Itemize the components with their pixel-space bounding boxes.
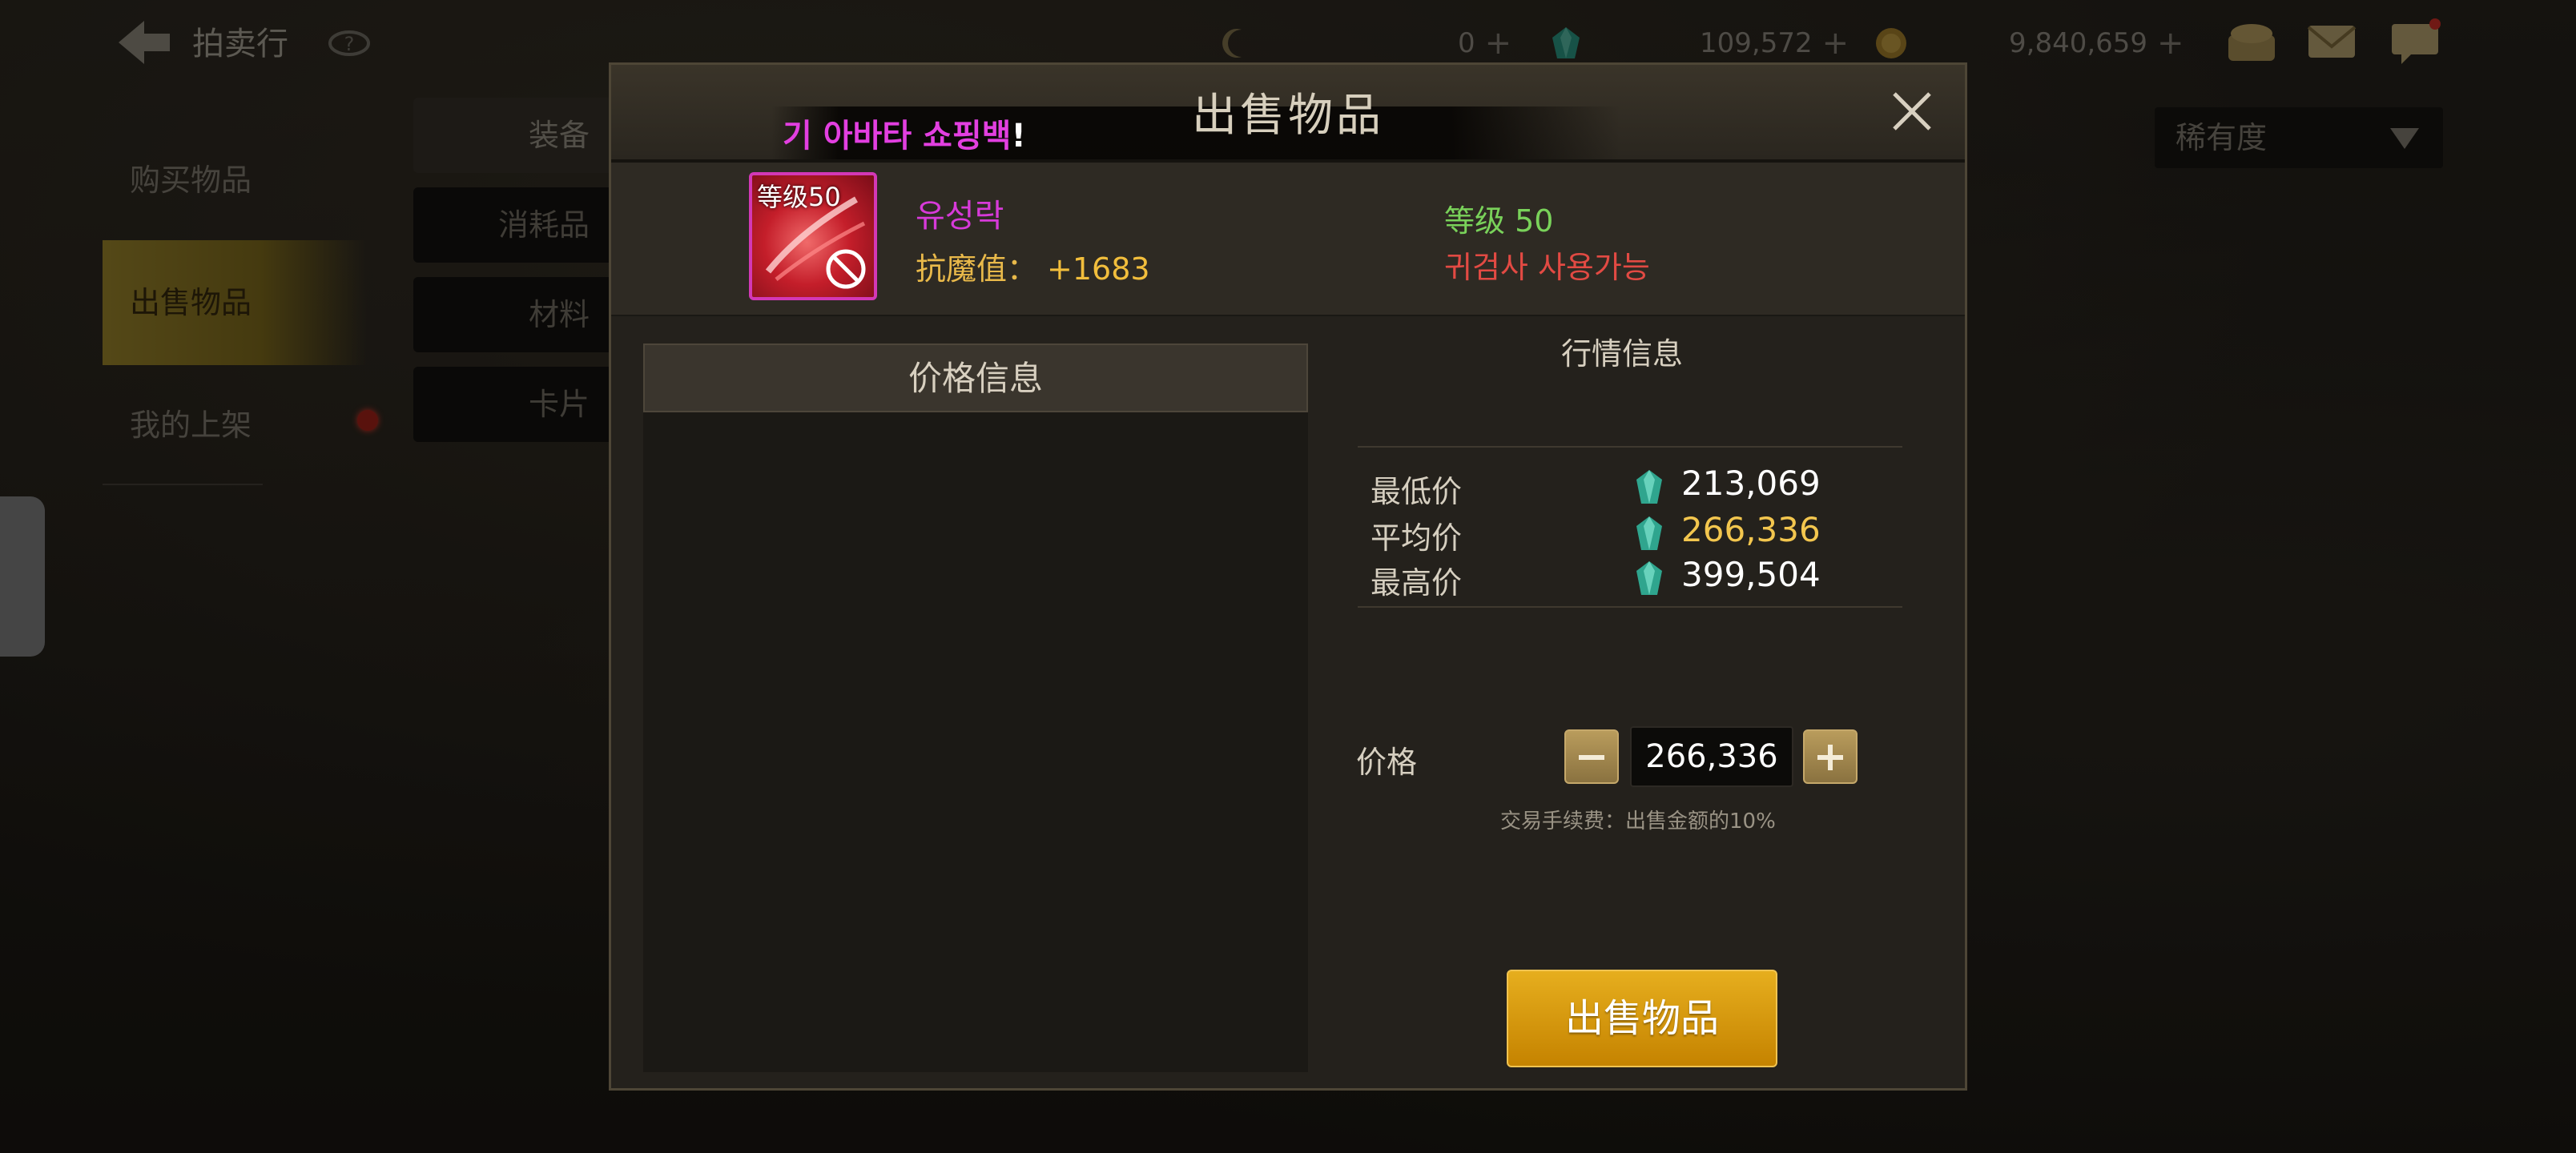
notice-text: 기 아바타 쇼핑백! (783, 110, 1026, 156)
price-input[interactable] (1630, 726, 1793, 787)
market-row-value: 213,069 (1681, 464, 1821, 503)
item-icon[interactable]: 等级50 (749, 172, 877, 300)
notice-exclamation: ! (1011, 118, 1026, 155)
item-stat-value: +1683 (1047, 251, 1150, 287)
price-label: 价格 (1356, 745, 1418, 780)
market-divider-top (1358, 446, 1902, 448)
gem-icon (1636, 561, 1662, 595)
market-row-value: 266,336 (1681, 510, 1821, 549)
close-icon[interactable] (1886, 86, 1938, 137)
market-row-label: 最低价 (1371, 474, 1463, 509)
notice-message: 기 아바타 쇼핑백 (783, 118, 1012, 155)
price-info-panel: 价格信息 (643, 343, 1308, 1072)
sell-item-dialog: 出售物品 기 아바타 쇼핑백! 等级50 유성락 抗魔值： +1683 等级 50… (609, 62, 1967, 1091)
dialog-header: 出售物品 기 아바타 쇼핑백! (611, 65, 1965, 163)
item-summary: 等级50 유성락 抗魔值： +1683 等级 50 귀검사 사용가능 (611, 163, 1965, 316)
item-required-class: 귀검사 사용가능 (1444, 250, 1650, 285)
decrease-price-button[interactable] (1564, 729, 1619, 784)
market-row-lowest: 最低价 213,069 (1371, 462, 1883, 509)
market-row-value: 399,504 (1681, 555, 1821, 594)
gem-icon (1636, 516, 1662, 550)
item-stat-label: 抗魔值： (916, 251, 1038, 287)
market-row-label: 平均价 (1371, 520, 1463, 556)
transaction-fee-note: 交易手续费：出售金额的10% (1500, 810, 1776, 834)
item-level-badge: 等级50 (757, 182, 841, 212)
market-info-title: 行情信息 (1560, 336, 1683, 372)
sell-item-button[interactable]: 出售物品 (1507, 970, 1777, 1067)
item-name: 유성락 (916, 198, 1004, 235)
market-row-label: 最高价 (1371, 565, 1463, 601)
item-required-level: 等级 50 (1444, 203, 1554, 239)
market-divider-bottom (1358, 606, 1902, 608)
market-row-highest: 最高价 399,504 (1371, 553, 1883, 601)
increase-price-button[interactable] (1803, 729, 1858, 784)
price-info-header: 价格信息 (643, 343, 1308, 412)
gem-icon (1636, 470, 1662, 504)
no-trade-icon (826, 249, 866, 289)
item-stat: 抗魔值： +1683 (916, 244, 1150, 288)
market-row-average: 平均价 266,336 (1371, 508, 1883, 556)
